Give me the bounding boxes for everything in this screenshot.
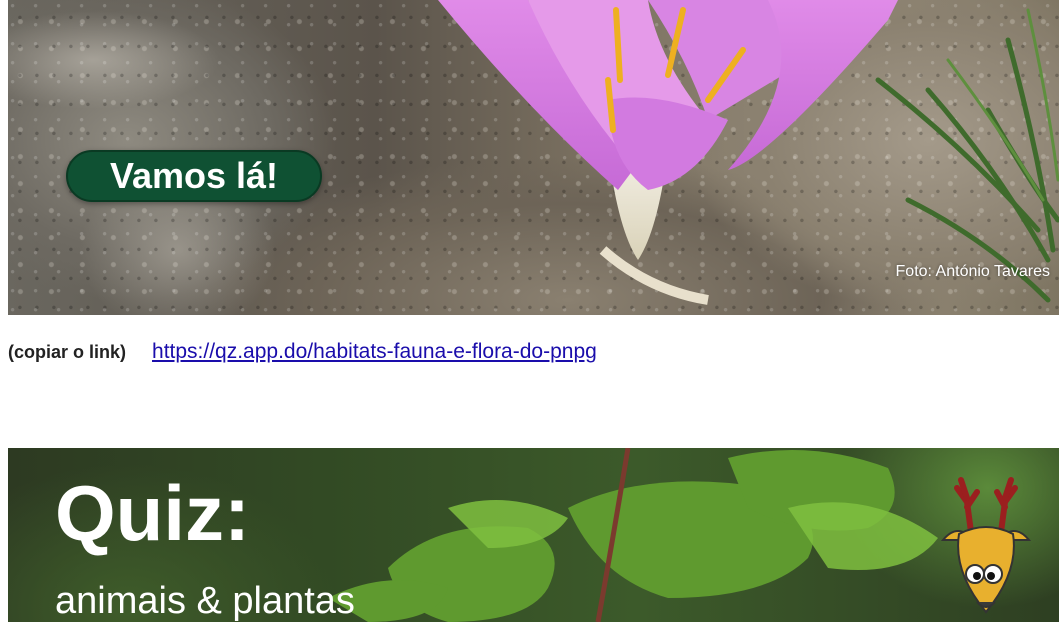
deer-mascot-icon xyxy=(940,477,1032,614)
top-photo-banner: Vamos lá! Foto: António Tavares xyxy=(8,0,1059,315)
quiz-subtitle: animais & plantas xyxy=(55,580,355,622)
photo-credit: Foto: António Tavares xyxy=(895,263,1050,280)
vamos-la-button[interactable]: Vamos lá! xyxy=(66,150,322,202)
copy-link-label: (copiar o link) xyxy=(8,342,127,362)
link-row: (copiar o link) https://qz.app.do/habita… xyxy=(8,340,597,364)
quiz-banner: Quiz: animais & plantas xyxy=(8,448,1059,622)
quiz-title: Quiz: xyxy=(55,469,250,557)
quiz-link[interactable]: https://qz.app.do/habitats-fauna-e-flora… xyxy=(152,340,597,364)
